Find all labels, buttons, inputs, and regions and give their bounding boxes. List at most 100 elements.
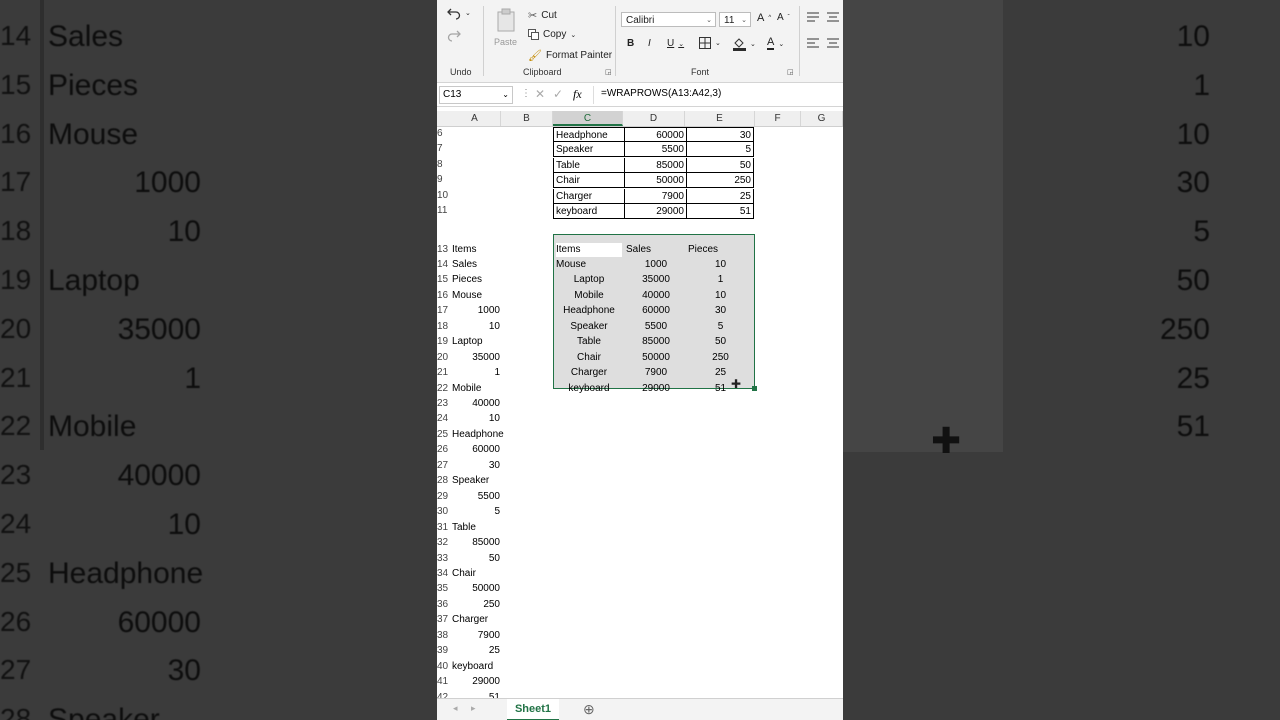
copy-button[interactable]: Copy ⌄ (528, 29, 576, 40)
spill-cell-sales: 1000 (644, 258, 668, 270)
spill-cell-item: Laptop (573, 274, 605, 286)
background-cell: Mobile (48, 410, 137, 444)
cut-button[interactable]: ✂ Cut (528, 9, 557, 22)
grow-font-button[interactable]: A ^ (757, 12, 771, 24)
background-row-number: 19 (0, 264, 32, 295)
borders-button[interactable]: ⌄ (699, 37, 721, 49)
background-cell: 35000 (117, 312, 201, 346)
row-number: 27 (437, 459, 449, 471)
name-box[interactable]: C13 ⌄ (439, 86, 513, 104)
spill-header-pieces: Pieces (688, 243, 719, 255)
font-color-button[interactable]: A ⌄ (767, 37, 784, 50)
column-header-d[interactable]: D (623, 111, 685, 126)
row-number: 14 (437, 258, 449, 270)
align-lines-icon (827, 12, 839, 22)
background-row-number: 15 (0, 68, 32, 100)
column-a-cell: 5500 (477, 490, 500, 502)
background-row: 28 Speaker (0, 699, 437, 720)
row-number: 23 (437, 398, 449, 409)
align-lines-icon (807, 12, 819, 22)
column-header-f[interactable]: F (755, 111, 801, 126)
redo-button[interactable] (447, 28, 461, 42)
function-icon[interactable]: fx (573, 87, 582, 102)
background-row: 22 Mobile (0, 406, 437, 454)
check-icon[interactable]: ✓ (553, 87, 563, 101)
copy-dropdown-icon[interactable]: ⌄ (570, 31, 576, 39)
column-a-cell: Mouse (452, 289, 483, 301)
chevron-down-icon: ⌄ (715, 40, 721, 47)
font-name-value: Calibri (626, 15, 655, 26)
column-a-cell: Mobile (452, 382, 482, 394)
cancel-icon[interactable]: ✕ (535, 87, 545, 101)
format-painter-button[interactable]: 🖌 Format Painter (528, 49, 612, 62)
row-number: 34 (437, 567, 449, 579)
align-middle-button[interactable] (827, 12, 839, 25)
spill-cell-item: Mobile (574, 289, 604, 301)
background-row: 16 Mouse (0, 114, 437, 162)
align-center-button[interactable] (827, 38, 839, 51)
background-row: 30 (843, 162, 1280, 210)
italic-button[interactable]: I (648, 38, 651, 49)
font-size-value: 11 (724, 15, 735, 26)
formula-input[interactable]: =WRAPROWS(A13:A42,3) (601, 88, 721, 99)
spill-cell-sales: 35000 (642, 274, 670, 286)
background-cell: Mouse (48, 117, 139, 151)
scroll-left-icon[interactable]: ◂ (453, 703, 458, 714)
column-headers: ABCDEFG (437, 111, 843, 127)
background-left-mirror: 14 Sales 15 Pieces 16 Mouse 17 1000 18 10 19 Laptop… (0, 0, 437, 720)
shrink-font-button[interactable]: Aˇ (777, 12, 790, 23)
underline-button[interactable]: U ⌄ (667, 38, 684, 49)
undo-button[interactable]: ⌄ (447, 6, 471, 20)
paste-label: Paste (494, 37, 518, 47)
spill-cell-pieces: 51 (714, 382, 727, 394)
paste-button[interactable]: Paste (494, 8, 517, 47)
fill-color-button[interactable]: ⌄ (733, 37, 756, 51)
font-launcher-icon[interactable]: ◲ (787, 68, 794, 76)
excel-window: ⌄ Undo Paste ✂ Cut Copy ⌄ 🖌 Format Paint… (437, 0, 843, 720)
background-row: 10 (843, 114, 1280, 162)
table-cell-pieces: 25 (687, 188, 754, 204)
column-a-cell: 35000 (472, 351, 500, 363)
font-name-dropdown[interactable]: Calibri ⌄ (621, 12, 716, 27)
worksheet-grid[interactable]: 6 Headphone 60000 30 7 Speaker 5500 5 8 Table 8500… (437, 127, 843, 703)
spill-cell-pieces: 25 (714, 367, 727, 379)
table-cell-sales: 50000 (625, 173, 687, 189)
background-cell: Headphone (48, 556, 204, 590)
column-header-b[interactable]: B (501, 111, 553, 126)
row-number: 10 (437, 189, 449, 201)
row-number: 22 (437, 382, 449, 394)
add-sheet-icon[interactable]: ⊕ (583, 701, 595, 718)
column-header-g[interactable]: G (801, 111, 843, 126)
column-header-a[interactable]: A (449, 111, 501, 126)
row-number: 21 (437, 367, 449, 379)
background-cell: 5 (1193, 215, 1210, 249)
column-a-cell: 50000 (472, 583, 500, 595)
spill-cell-sales: 50000 (642, 351, 670, 363)
column-header-e[interactable]: E (685, 111, 755, 126)
clipboard-launcher-icon[interactable]: ◲ (605, 68, 612, 76)
chevron-down-icon: ⌄ (741, 17, 747, 24)
font-size-dropdown[interactable]: 11 ⌄ (719, 12, 751, 27)
row-number: 35 (437, 583, 449, 595)
bold-button[interactable]: B (627, 38, 634, 49)
background-cell: Sales (48, 20, 124, 53)
background-cell: 250 (1159, 312, 1210, 346)
column-a-cell: 5 (494, 506, 500, 518)
formula-divider (593, 86, 594, 104)
column-a-cell: 10 (488, 320, 500, 332)
sheet-tab-sheet1[interactable]: Sheet1 (507, 699, 559, 720)
row-number: 6 (437, 128, 443, 139)
table-cell-item: Table (553, 157, 625, 173)
align-top-button[interactable] (807, 12, 819, 25)
redo-icon (447, 28, 461, 42)
background-row-number: 17 (0, 166, 32, 198)
background-row: 24 10 (0, 504, 437, 552)
scroll-right-icon[interactable]: ▸ (471, 703, 476, 714)
more-options-icon: ⋮ (521, 88, 531, 99)
align-left-button[interactable] (807, 38, 819, 51)
column-header-c[interactable]: C (553, 111, 623, 126)
background-row: 26 60000 (0, 602, 437, 650)
background-row: 50 (843, 260, 1280, 308)
row-number: 28 (437, 475, 449, 487)
undo-dropdown-icon[interactable]: ⌄ (465, 9, 471, 17)
